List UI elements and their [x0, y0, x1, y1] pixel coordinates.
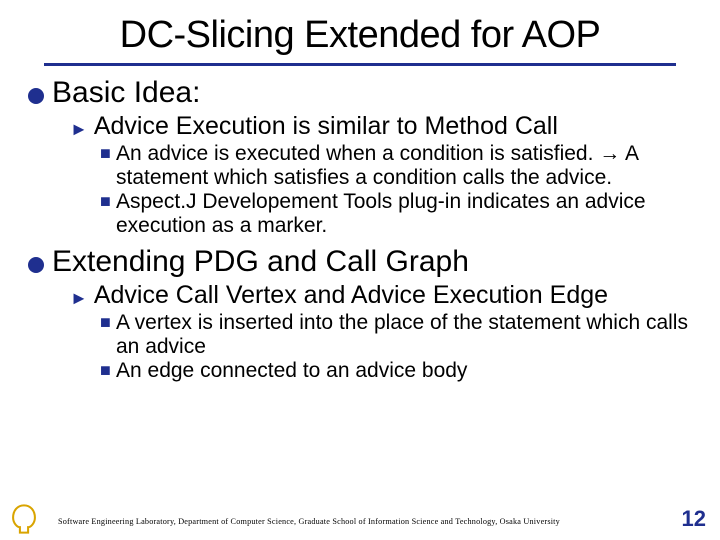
level3-text: Aspect.J Developement Tools plug-in indi… [116, 190, 696, 238]
level1-text: Extending PDG and Call Graph [52, 245, 469, 279]
slide: DC-Slicing Extended for AOP Basic Idea: … [0, 0, 720, 540]
level2-text: Advice Execution is similar to Method Ca… [94, 112, 558, 141]
logo-icon [10, 504, 38, 534]
level1-text: Basic Idea: [52, 76, 200, 110]
bullet-level3: ■ An advice is executed when a condition… [100, 142, 700, 190]
bullet-level1: Extending PDG and Call Graph [28, 245, 700, 279]
square-bullet-icon: ■ [100, 143, 114, 164]
bullet-level3: ■ A vertex is inserted into the place of… [100, 311, 700, 359]
bullet-level3: ■ An edge connected to an advice body [100, 359, 700, 383]
bullet-level2: ► Advice Call Vertex and Advice Executio… [70, 281, 700, 311]
square-bullet-icon: ■ [100, 312, 114, 333]
slide-title: DC-Slicing Extended for AOP [0, 0, 720, 57]
square-bullet-icon: ■ [100, 360, 114, 381]
disc-bullet-icon [28, 257, 44, 273]
triangle-bullet-icon: ► [70, 116, 88, 142]
level3-text: An advice is executed when a condition i… [116, 142, 696, 190]
bullet-level2: ► Advice Execution is similar to Method … [70, 112, 700, 142]
bullet-level1: Basic Idea: [28, 76, 700, 110]
bullet-level3: ■ Aspect.J Developement Tools plug-in in… [100, 190, 700, 238]
level2-text: Advice Call Vertex and Advice Execution … [94, 281, 608, 310]
square-bullet-icon: ■ [100, 191, 114, 212]
page-number: 12 [682, 506, 706, 532]
triangle-bullet-icon: ► [70, 285, 88, 311]
content: Basic Idea: ► Advice Execution is simila… [0, 66, 720, 383]
disc-bullet-icon [28, 88, 44, 104]
level3-text: An edge connected to an advice body [116, 359, 467, 383]
footer-text: Software Engineering Laboratory, Departm… [58, 517, 560, 526]
level3-text: A vertex is inserted into the place of t… [116, 311, 696, 359]
